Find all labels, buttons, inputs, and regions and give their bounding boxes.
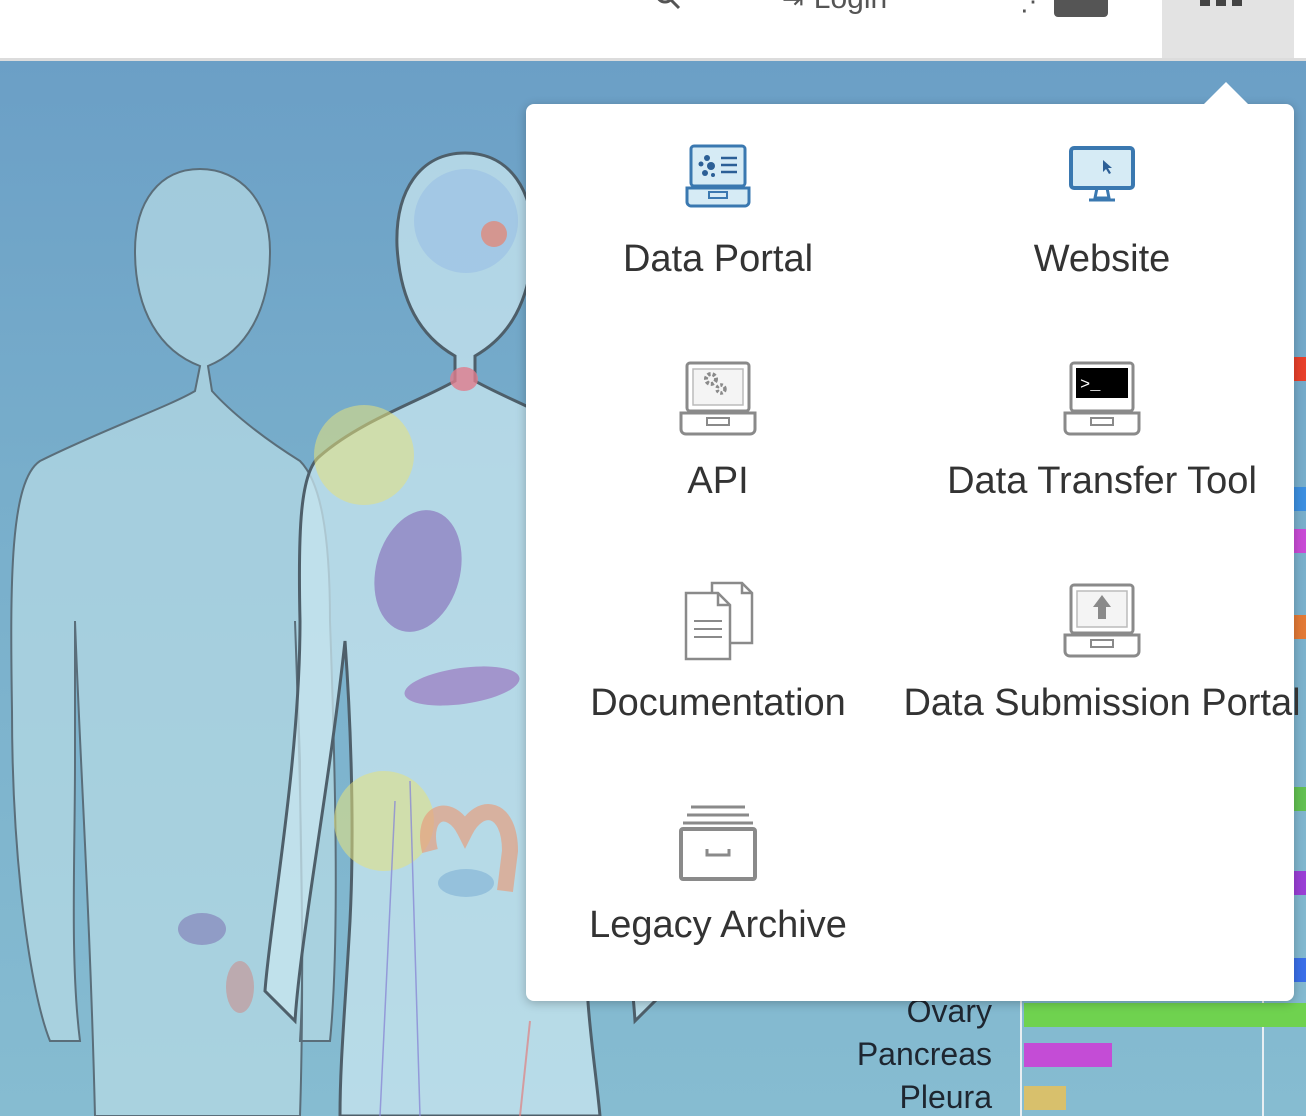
laptop-gears-icon bbox=[676, 361, 760, 436]
login-icon: ⇥ bbox=[782, 0, 804, 15]
bar-segment bbox=[1294, 487, 1306, 511]
menu-item-website[interactable]: Website bbox=[910, 104, 1294, 326]
menu-item-documentation[interactable]: Documentation bbox=[526, 548, 910, 770]
menu-item-data-transfer-tool[interactable]: >_ Data Transfer Tool bbox=[910, 326, 1294, 548]
ovary-bar[interactable] bbox=[1024, 1003, 1306, 1027]
menu-item-label: API bbox=[687, 460, 749, 502]
laptop-data-icon bbox=[676, 142, 760, 212]
documents-icon bbox=[676, 581, 760, 661]
organ-label-pleura[interactable]: Pleura bbox=[692, 1079, 993, 1116]
laptop-terminal-icon: >_ bbox=[1060, 361, 1144, 436]
menu-item-label: Data Submission Portal bbox=[903, 682, 1301, 724]
pancreas-bar[interactable] bbox=[1024, 1043, 1112, 1067]
menu-item-label: Data Transfer Tool bbox=[947, 460, 1257, 502]
dropdown-caret bbox=[1202, 82, 1250, 106]
organ-label-pancreas[interactable]: Pancreas bbox=[692, 1036, 992, 1073]
login-label: Login bbox=[814, 0, 887, 16]
menu-item-label: Legacy Archive bbox=[589, 904, 847, 946]
apps-grid-icon bbox=[1200, 0, 1210, 6]
cart-button[interactable]: ⋰ bbox=[1020, 0, 1108, 17]
laptop-upload-icon bbox=[1060, 583, 1144, 658]
monitor-cursor-icon bbox=[1060, 142, 1144, 212]
menu-item-data-submission-portal[interactable]: Data Submission Portal bbox=[903, 548, 1301, 770]
menu-item-label: Data Portal bbox=[622, 238, 814, 280]
bar-segment bbox=[1294, 529, 1306, 553]
bar-segment bbox=[1294, 615, 1306, 639]
bar-segment bbox=[1294, 357, 1306, 381]
pleura-bar[interactable] bbox=[1024, 1086, 1066, 1110]
apps-menu-button[interactable] bbox=[1162, 0, 1294, 58]
top-navbar: ⇥ Login ⋰ bbox=[0, 0, 1306, 61]
menu-item-legacy-archive[interactable]: Legacy Archive bbox=[526, 770, 910, 992]
menu-item-label: Documentation bbox=[590, 682, 846, 724]
search-icon[interactable] bbox=[655, 0, 681, 10]
archive-drawer-icon bbox=[676, 805, 760, 881]
cart-count-badge bbox=[1054, 0, 1108, 17]
cart-icon: ⋰ bbox=[1020, 0, 1046, 16]
terminal-prompt-glyph: >_ bbox=[1080, 376, 1101, 395]
menu-item-data-portal[interactable]: Data Portal bbox=[526, 104, 910, 326]
menu-item-label: Website bbox=[1033, 238, 1171, 280]
login-button[interactable]: ⇥ Login bbox=[782, 0, 887, 16]
apps-dropdown-menu: Data Portal Website API >_ Data Transfer… bbox=[526, 82, 1301, 1001]
chart-axis bbox=[1020, 996, 1022, 1116]
bar-segment bbox=[1294, 958, 1306, 982]
bar-segment bbox=[1294, 871, 1306, 895]
menu-item-api[interactable]: API bbox=[526, 326, 910, 548]
apps-grid-dot bbox=[1216, 0, 1226, 6]
bar-segment bbox=[1294, 787, 1306, 811]
apps-grid-dot bbox=[1232, 0, 1242, 6]
